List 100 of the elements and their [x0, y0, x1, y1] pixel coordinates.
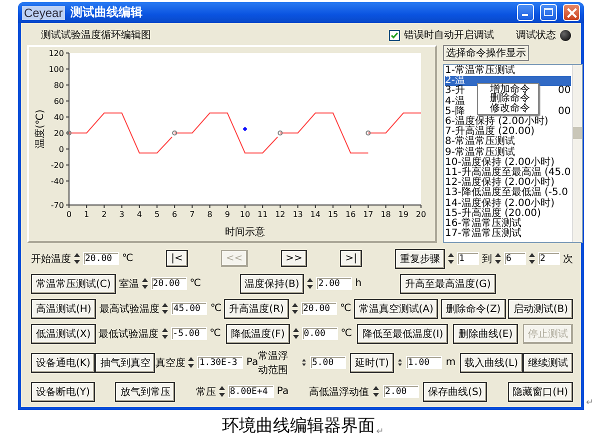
action-button[interactable]: 温度保持(B)	[240, 274, 304, 294]
spinner-icon[interactable]	[398, 356, 402, 369]
spinner-icon[interactable]	[494, 252, 501, 265]
field-label: 次	[562, 252, 573, 266]
tick-label: -40	[50, 177, 64, 186]
scrollbar[interactable]	[572, 65, 582, 242]
close-button[interactable]	[563, 4, 580, 21]
spinner-icon[interactable]	[74, 252, 80, 265]
action-button[interactable]: 删除曲线(E)	[453, 324, 518, 344]
tick-label: 19	[398, 210, 408, 219]
action-button[interactable]: 设备通电(K)	[31, 352, 96, 372]
field-label: 常压	[196, 386, 216, 398]
list-item-text: 00	[558, 106, 571, 118]
action-button[interactable]: >>	[280, 250, 308, 267]
number-field[interactable]: 20.00	[300, 302, 337, 315]
action-button[interactable]: 常温真空测试(A)	[354, 298, 438, 318]
number-field[interactable]: 20.00	[150, 277, 187, 290]
action-button[interactable]: >|	[340, 250, 362, 267]
action-button[interactable]: 放气到常压	[115, 382, 176, 402]
action-button[interactable]: 降低温度(F)	[226, 324, 290, 344]
unit-label: ℃	[122, 253, 134, 264]
paragraph-mark: ↵	[376, 427, 384, 437]
action-button[interactable]: 保存曲线(S)	[423, 382, 488, 402]
spinner-icon[interactable]	[188, 356, 194, 369]
unit-label: Pa	[246, 357, 258, 368]
field-label: 室温	[118, 278, 139, 290]
list-item[interactable]: 17-常温常压测试	[445, 229, 522, 240]
unit-label: ℃	[340, 328, 352, 339]
tick-label: 2	[102, 210, 107, 219]
list-item[interactable]: 3-升	[445, 86, 465, 97]
tick-label: 17	[363, 210, 374, 219]
spinner-icon[interactable]	[307, 277, 314, 290]
number-field[interactable]: 2	[538, 252, 560, 265]
action-button[interactable]: |<	[166, 250, 188, 267]
panel-header: 选择命令操作显示	[443, 45, 529, 61]
list-item[interactable]: 1-常温常压测试	[445, 66, 515, 76]
start-point	[172, 130, 178, 136]
action-button[interactable]: 继续测试	[523, 352, 573, 372]
number-field[interactable]: 2.00	[383, 385, 420, 398]
tick-label: 0	[66, 210, 72, 219]
action-button[interactable]: 删除命令(Z)	[441, 298, 506, 318]
action-button[interactable]: 低温测试(X)	[31, 324, 96, 344]
spinner-icon[interactable]	[142, 277, 148, 290]
spinner-icon[interactable]	[218, 385, 225, 398]
number-field[interactable]: 1.30E-3	[197, 356, 244, 369]
maximize-button[interactable]	[540, 4, 557, 21]
spinner-icon[interactable]	[162, 302, 168, 315]
tick-label: 60	[54, 97, 64, 106]
action-button[interactable]: 设备断电(Y)	[31, 382, 95, 402]
field-label: 高低温浮动值	[309, 386, 370, 398]
figure-caption: 环境曲线编辑器界面	[222, 415, 376, 437]
tick-label: -70	[50, 201, 64, 210]
action-button[interactable]: 隐藏窗口(H)	[508, 382, 573, 402]
list-item[interactable]: 8-常温常压测试	[445, 137, 515, 148]
spinner-icon[interactable]	[162, 327, 168, 340]
list-item[interactable]: 13-降低温度至最低温 (-5.0	[445, 188, 568, 199]
axis-title: 温度(℃)	[35, 109, 46, 149]
number-field[interactable]: 5.00	[310, 356, 346, 369]
tick-label: 15	[328, 210, 338, 219]
spinner-icon[interactable]	[448, 252, 454, 265]
action-button[interactable]: 升高至最高温度(G)	[400, 274, 496, 294]
list-item[interactable]: 14-温度保持 (2.00小时)	[445, 198, 555, 209]
tick-label: 11	[258, 210, 268, 219]
spinner-icon[interactable]	[292, 327, 299, 340]
list-item[interactable]: 4-温	[445, 96, 465, 107]
number-field[interactable]: 1.00	[406, 356, 442, 369]
action-button[interactable]: 启动测试(B)	[508, 298, 573, 318]
app-logo: Ceyear	[22, 6, 65, 20]
spinner-icon[interactable]	[373, 385, 380, 398]
number-field[interactable]: 1	[456, 252, 479, 265]
tick-label: 8	[207, 210, 212, 219]
field-label: 到	[482, 252, 492, 266]
action-button[interactable]: 抽气到真空	[95, 352, 156, 372]
menu-item[interactable]: 增加命令	[478, 85, 538, 94]
action-button[interactable]: 升高温度(R)	[224, 298, 289, 318]
number-field[interactable]: -5.00	[170, 327, 207, 340]
spinner-icon[interactable]	[292, 302, 298, 315]
action-button[interactable]: 常温常压测试(C)	[31, 274, 116, 294]
action-button[interactable]: 重复步骤	[394, 248, 445, 268]
field-label: 最高试验温度	[99, 302, 160, 316]
action-button[interactable]: 高温测试(H)	[31, 298, 96, 318]
minimize-button[interactable]	[517, 4, 534, 21]
action-button[interactable]: 载入曲线(L)	[460, 352, 523, 372]
number-field[interactable]: 20.00	[83, 252, 119, 265]
tick-label: 20	[54, 129, 64, 138]
checkbox[interactable]	[389, 30, 400, 40]
tick-label: 14	[310, 210, 320, 219]
spinner-icon[interactable]	[528, 252, 535, 265]
menu-item[interactable]: 删除命令	[478, 94, 538, 104]
menu-item[interactable]: 修改命令	[478, 104, 538, 114]
action-button[interactable]: 降低至最低温度(I)	[357, 324, 448, 344]
number-field[interactable]: 6	[504, 252, 526, 265]
number-field[interactable]: 2.00	[316, 277, 352, 290]
list-item[interactable]: 9-常温常压测试	[445, 148, 515, 158]
number-field[interactable]: 45.00	[171, 302, 208, 315]
number-field[interactable]: 0.00	[302, 327, 338, 340]
list-item[interactable]: 5-降	[445, 106, 465, 118]
action-button[interactable]: 延时(T)	[350, 352, 394, 372]
spinner-icon[interactable]	[302, 356, 306, 369]
number-field[interactable]: 8.00E+4	[228, 385, 274, 398]
